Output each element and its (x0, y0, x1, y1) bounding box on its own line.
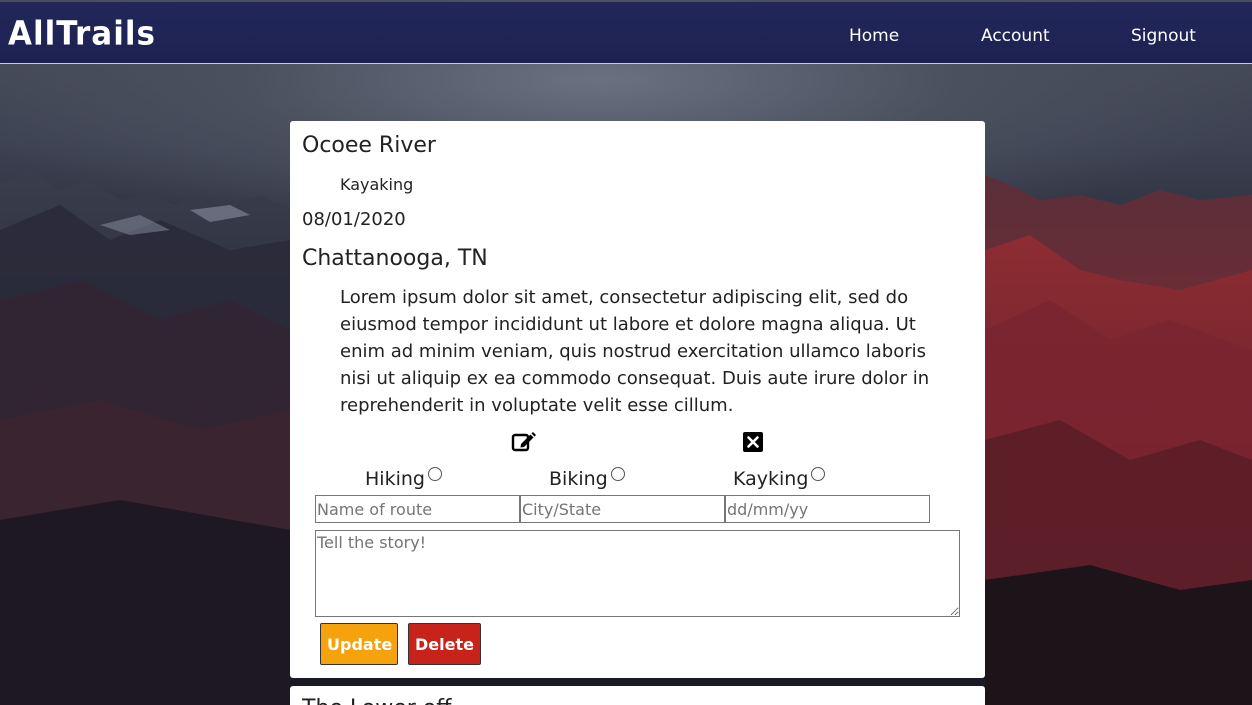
radio-biking-label: Biking (549, 468, 608, 490)
date-input[interactable] (725, 495, 930, 523)
city-state-input[interactable] (520, 495, 725, 523)
edit-icon[interactable] (510, 429, 536, 455)
radio-kayking-label: Kayking (733, 468, 809, 490)
nav-signout-link[interactable]: Signout (1131, 26, 1196, 46)
post-activity: Kayaking (340, 175, 414, 194)
next-post-title: The Lower off (302, 696, 451, 705)
route-name-input[interactable] (315, 495, 520, 523)
delete-button[interactable]: Delete (408, 623, 481, 665)
radio-hiking-label: Hiking (365, 468, 425, 490)
radio-biking[interactable]: Biking (549, 467, 625, 490)
post-location: Chattanooga, TN (302, 246, 488, 271)
post-title: Ocoee River (302, 133, 436, 158)
radio-biking-input[interactable] (610, 467, 625, 481)
post-date: 08/01/2020 (302, 209, 406, 230)
story-textarea[interactable] (315, 530, 960, 617)
radio-kayking[interactable]: Kayking (733, 467, 826, 490)
radio-hiking-input[interactable] (427, 467, 442, 481)
post-card: Ocoee River Kayaking 08/01/2020 Chattano… (290, 121, 985, 678)
close-icon[interactable] (740, 429, 766, 455)
post-story: Lorem ipsum dolor sit amet, consectetur … (340, 287, 930, 416)
brand-logo[interactable]: AllTrails (8, 15, 156, 53)
radio-kayking-input[interactable] (811, 467, 826, 481)
nav-account-link[interactable]: Account (981, 26, 1050, 46)
nav-home-link[interactable]: Home (849, 26, 899, 46)
radio-hiking[interactable]: Hiking (365, 467, 442, 490)
next-post-card: The Lower off (290, 686, 985, 705)
navbar: AllTrails Home Account Signout (0, 2, 1252, 64)
update-button[interactable]: Update (320, 623, 398, 665)
